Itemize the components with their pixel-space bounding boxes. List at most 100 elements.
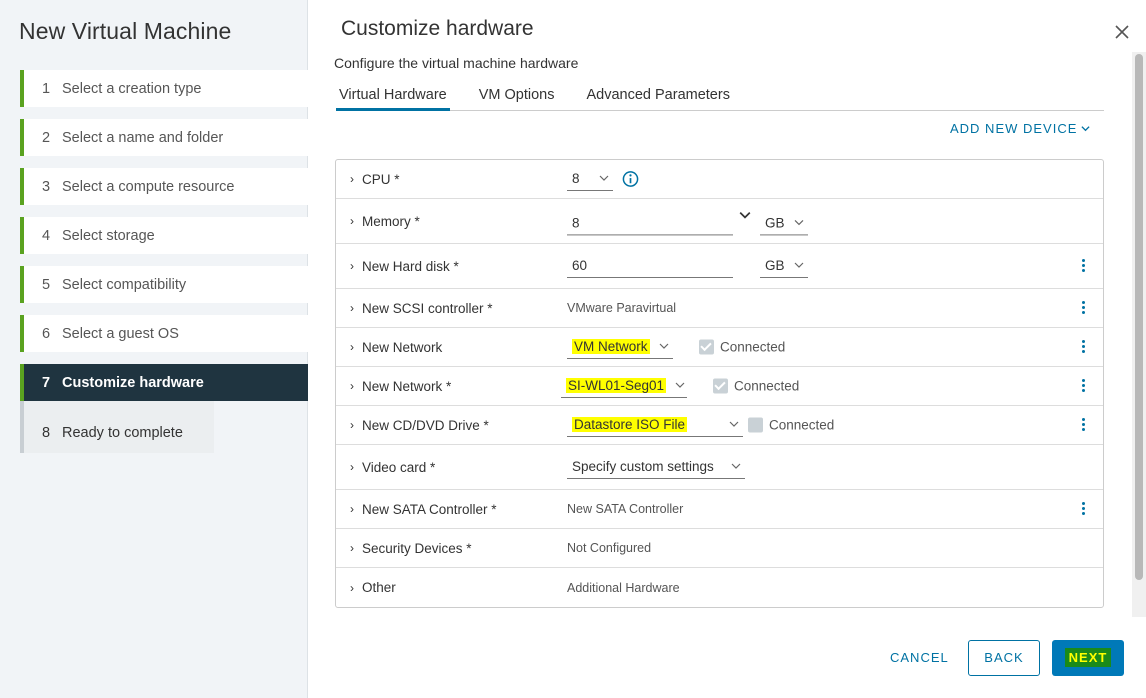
more-options-icon[interactable]: [1080, 299, 1086, 317]
chevron-right-icon: ›: [350, 301, 354, 315]
expand-sata-controller[interactable]: › New SATA Controller *: [350, 490, 497, 528]
step-number: 4: [42, 227, 51, 244]
network-1-connected-label: Connected: [720, 339, 786, 355]
chevron-down-icon: [1081, 126, 1090, 132]
step-select-storage[interactable]: 4 Select storage: [20, 217, 308, 254]
wizard-steps: 1 Select a creation type 2 Select a name a…: [20, 70, 308, 465]
step-select-compatibility[interactable]: 5 Select compatibility: [20, 266, 308, 303]
chevron-right-icon: ›: [350, 580, 354, 595]
network-2-select[interactable]: SI-WL01-Seg01: [561, 374, 687, 398]
chevron-right-icon: ›: [350, 172, 354, 186]
expand-network-2[interactable]: › New Network *: [350, 367, 451, 405]
chevron-down-icon[interactable]: [739, 209, 751, 221]
step-label: Select a name and folder: [62, 129, 224, 146]
add-new-device-label: ADD NEW DEVICE: [950, 121, 1078, 136]
cd-dvd-media-select[interactable]: Datastore ISO File: [567, 413, 743, 437]
chevron-right-icon: ›: [350, 379, 354, 393]
step-label: Select a creation type: [62, 80, 202, 97]
memory-unit: GB: [765, 215, 785, 231]
network-2-value: SI-WL01-Seg01: [566, 378, 667, 393]
row-label: Other: [362, 580, 396, 595]
tab-advanced-parameters[interactable]: Advanced Parameters: [583, 86, 732, 111]
more-options-icon[interactable]: [1080, 338, 1086, 356]
expand-hard-disk[interactable]: › New Hard disk *: [350, 244, 459, 288]
hardware-row-network-1: › New Network VM Network Connected: [336, 328, 1103, 367]
step-label: Customize hardware: [62, 374, 204, 391]
cd-dvd-value: Datastore ISO File: [572, 417, 688, 432]
row-label: New Network *: [362, 378, 452, 394]
video-card-select[interactable]: Specify custom settings: [567, 455, 745, 479]
hard-disk-unit-select[interactable]: GB: [760, 254, 808, 278]
step-select-creation-type[interactable]: 1 Select a creation type: [20, 70, 308, 107]
expand-security-devices[interactable]: › Security Devices *: [350, 529, 472, 567]
chevron-right-icon: ›: [350, 460, 354, 474]
memory-value: 8: [572, 215, 580, 231]
chevron-right-icon: ›: [350, 340, 354, 354]
hardware-row-sata-controller: › New SATA Controller * New SATA Controll…: [336, 490, 1103, 529]
memory-input[interactable]: 8: [567, 211, 733, 236]
more-options-icon[interactable]: [1080, 257, 1086, 275]
step-ready-to-complete[interactable]: 8 Ready to complete: [20, 401, 214, 453]
expand-network-1[interactable]: › New Network: [350, 328, 442, 366]
hardware-row-scsi-controller: › New SCSI controller * VMware Paravirtua…: [336, 289, 1103, 328]
more-options-icon[interactable]: [1080, 500, 1086, 518]
step-number: 1: [42, 80, 51, 97]
hardware-row-security-devices: › Security Devices * Not Configured: [336, 529, 1103, 568]
info-icon[interactable]: [622, 171, 639, 188]
next-button[interactable]: NEXT: [1052, 640, 1124, 676]
expand-cpu[interactable]: › CPU *: [350, 160, 400, 198]
main-panel: Customize hardware Configure the virtual…: [308, 0, 1146, 698]
hardware-grid: › CPU * 8 › Memory * 8 GB › New Hard disk *…: [335, 159, 1104, 608]
step-number: 2: [42, 129, 51, 146]
more-options-icon[interactable]: [1080, 416, 1086, 434]
hardware-row-cpu: › CPU * 8: [336, 160, 1103, 199]
tab-virtual-hardware[interactable]: Virtual Hardware: [336, 86, 450, 111]
row-label: CPU *: [362, 171, 400, 187]
cpu-select[interactable]: 8: [567, 167, 613, 191]
memory-unit-select[interactable]: GB: [760, 211, 808, 236]
expand-scsi-controller[interactable]: › New SCSI controller *: [350, 289, 493, 327]
chevron-right-icon: ›: [350, 214, 354, 228]
cancel-button[interactable]: CANCEL: [890, 640, 949, 676]
step-select-compute-resource[interactable]: 3 Select a compute resource: [20, 168, 308, 205]
row-label: Video card *: [362, 459, 436, 475]
step-select-name-folder[interactable]: 2 Select a name and folder: [20, 119, 308, 156]
hard-disk-unit: GB: [765, 258, 785, 273]
expand-other[interactable]: › Other: [350, 568, 396, 607]
expand-cd-dvd[interactable]: › New CD/DVD Drive *: [350, 406, 489, 444]
row-label: New SATA Controller *: [362, 501, 497, 517]
hard-disk-size-input[interactable]: 60: [567, 254, 733, 278]
row-label: New SCSI controller *: [362, 300, 493, 316]
cd-dvd-connected-label: Connected: [769, 417, 835, 433]
tab-vm-options[interactable]: VM Options: [476, 86, 558, 111]
expand-video-card[interactable]: › Video card *: [350, 445, 435, 489]
chevron-down-icon: [599, 175, 609, 181]
step-label: Select a compute resource: [62, 178, 235, 195]
hardware-row-other: › Other Additional Hardware: [336, 568, 1103, 607]
security-devices-value: Not Configured: [567, 541, 652, 555]
expand-memory[interactable]: › Memory *: [350, 199, 420, 243]
cd-dvd-connected-checkbox[interactable]: [748, 417, 763, 433]
step-customize-hardware[interactable]: 7 Customize hardware: [20, 364, 308, 401]
network-2-connected-checkbox[interactable]: [713, 378, 728, 394]
wizard-title: New Virtual Machine: [19, 18, 232, 44]
more-options-icon[interactable]: [1080, 377, 1086, 395]
row-label: Security Devices *: [362, 540, 472, 556]
row-label: Memory *: [362, 213, 420, 229]
scrollbar[interactable]: [1132, 52, 1146, 617]
scrollbar-thumb[interactable]: [1135, 54, 1143, 580]
close-icon[interactable]: [1114, 24, 1130, 40]
back-button[interactable]: BACK: [968, 640, 1040, 676]
add-new-device-button[interactable]: ADD NEW DEVICE: [950, 121, 1090, 136]
row-label: New CD/DVD Drive *: [362, 417, 489, 433]
network-1-connected-checkbox[interactable]: [699, 339, 714, 355]
video-card-value: Specify custom settings: [572, 459, 714, 474]
step-label: Select compatibility: [62, 276, 187, 293]
network-1-select[interactable]: VM Network: [567, 335, 673, 359]
chevron-right-icon: ›: [350, 418, 354, 432]
hardware-row-hard-disk: › New Hard disk * 60 GB: [336, 244, 1103, 289]
step-label: Select a guest OS: [62, 325, 179, 342]
chevron-down-icon: [794, 262, 804, 268]
step-select-guest-os[interactable]: 6 Select a guest OS: [20, 315, 308, 352]
step-number: 8: [42, 425, 51, 441]
